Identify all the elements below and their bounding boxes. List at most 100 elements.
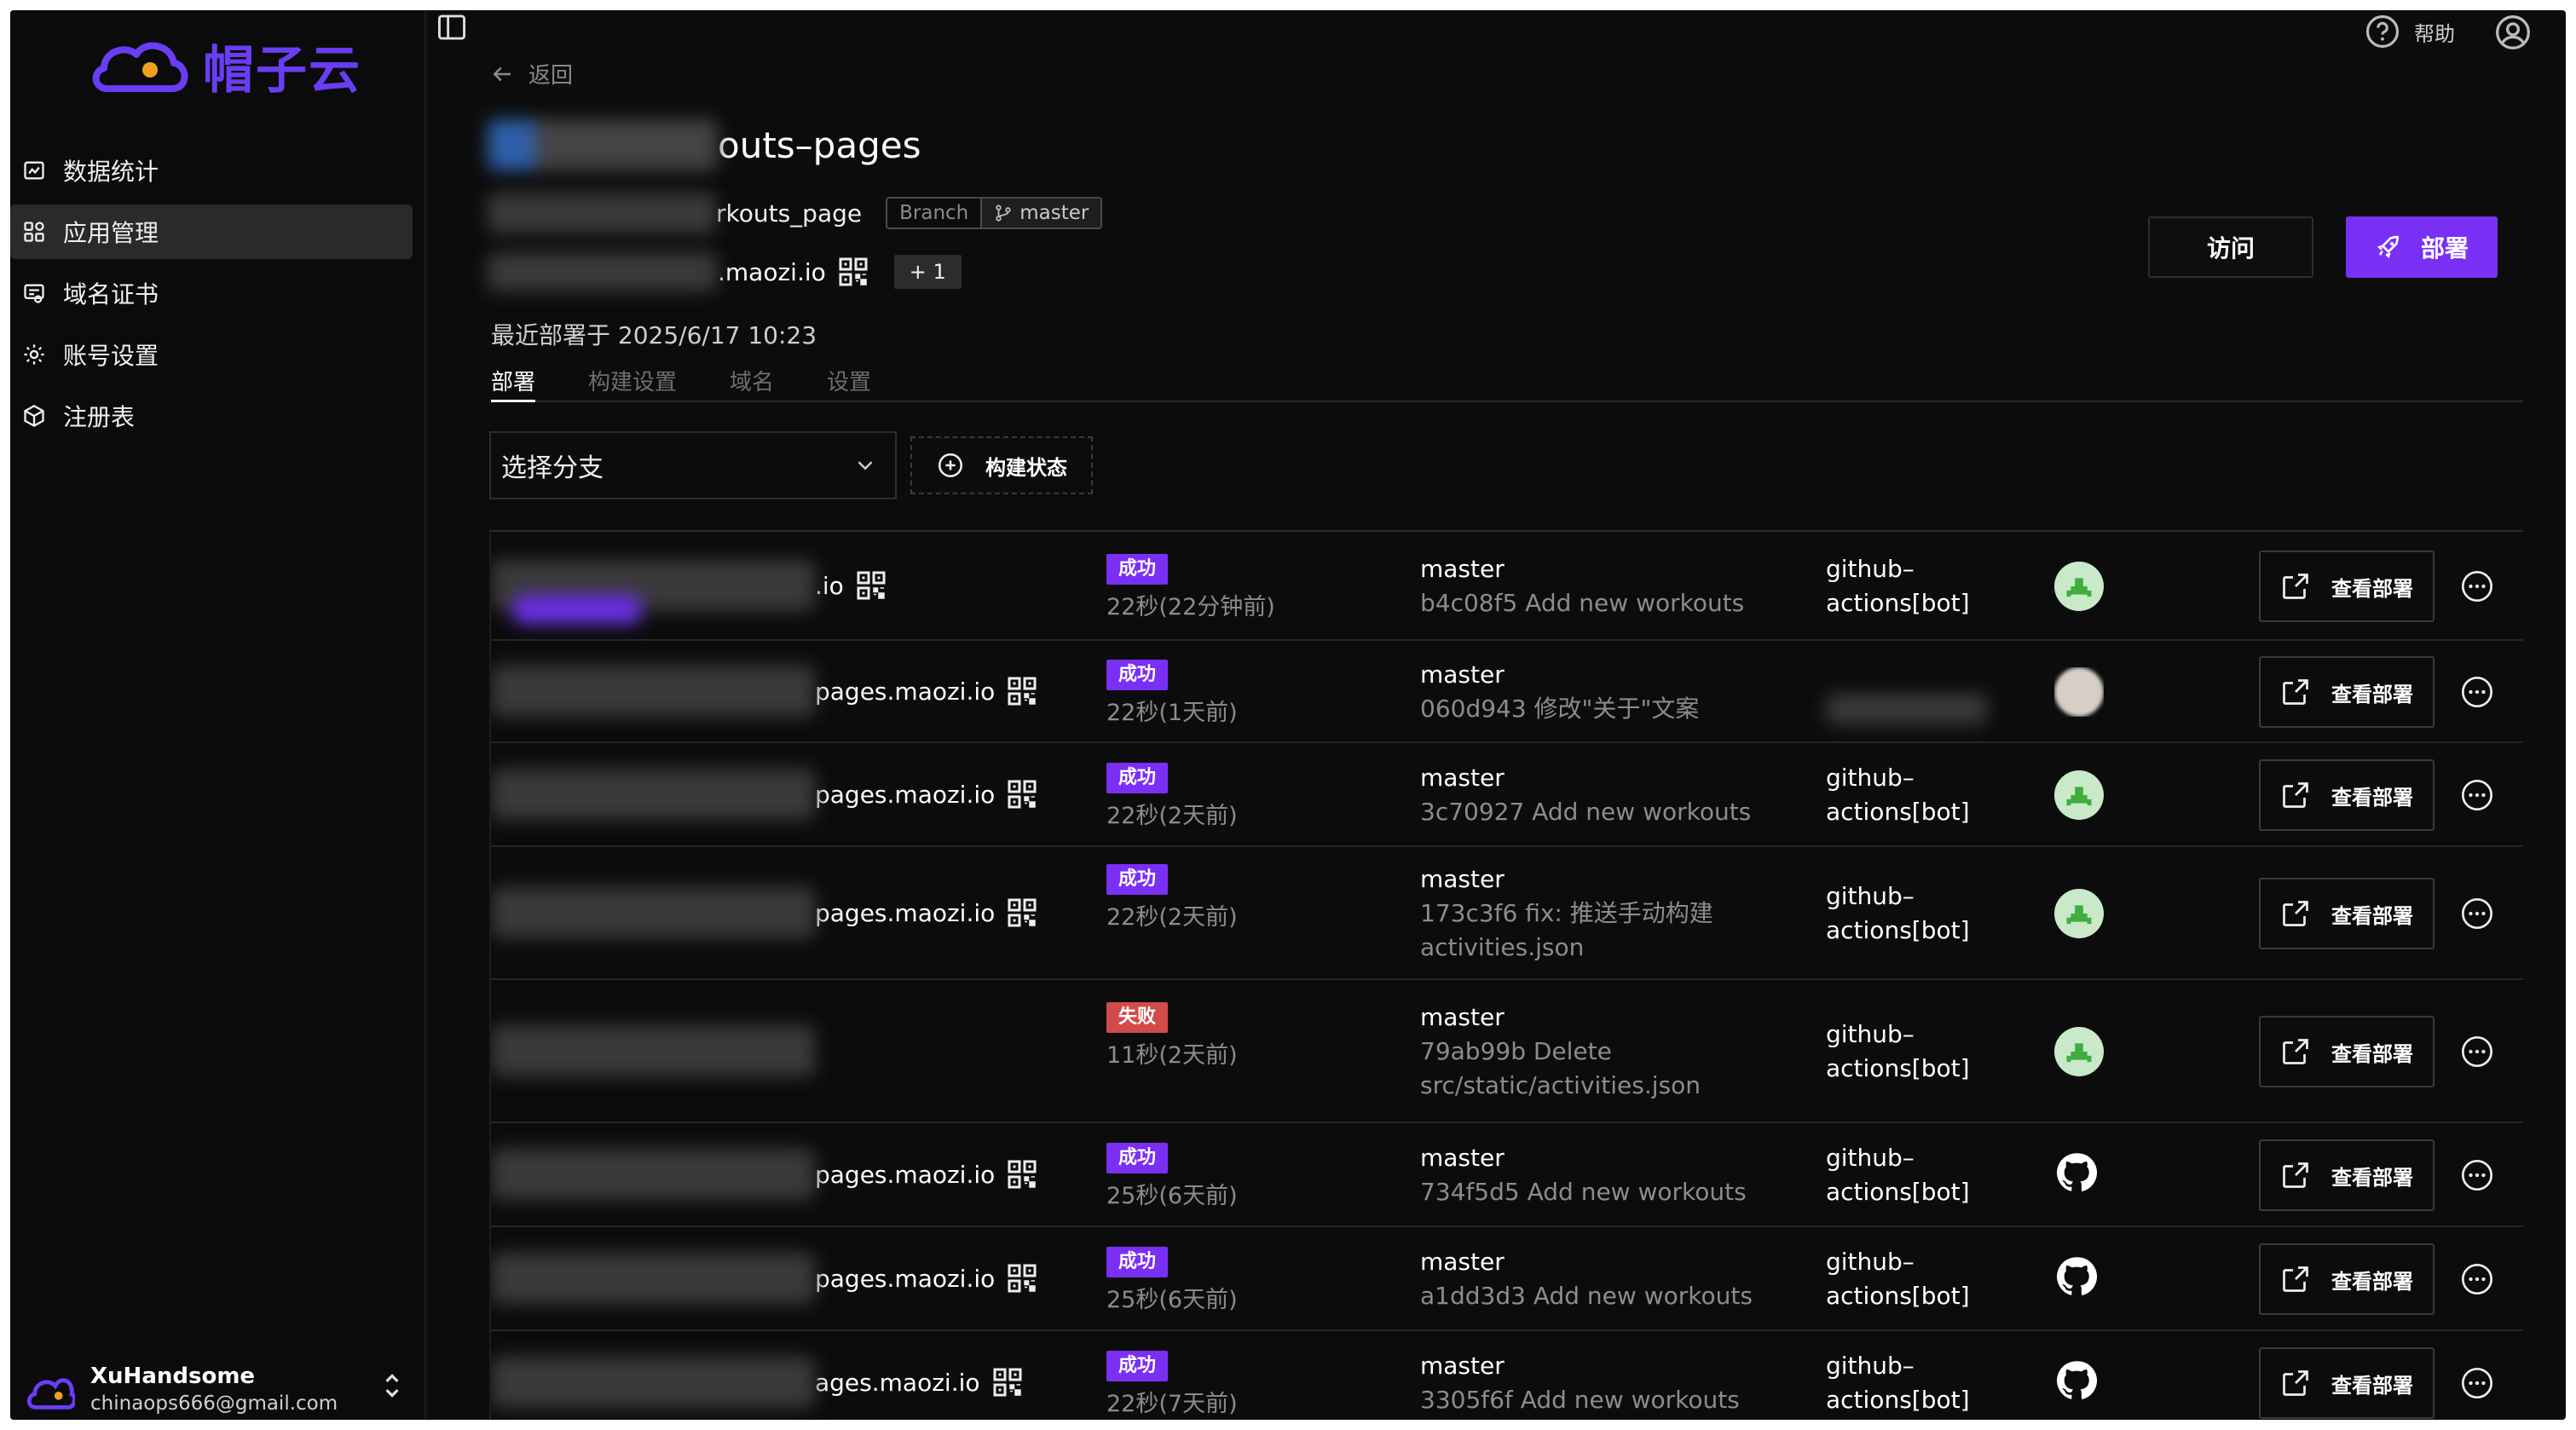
deploy-domain-cell: pages.maozi.io bbox=[491, 743, 1037, 845]
row-more-button[interactable] bbox=[2460, 569, 2494, 603]
table-row[interactable]: pages.maozi.io 成功 22秒(2天前) master 3c7092… bbox=[491, 743, 2523, 847]
tab-deployments[interactable]: 部署 bbox=[491, 361, 536, 402]
qr-code-icon[interactable] bbox=[1007, 1159, 1037, 1190]
commit-author: actions[bot] bbox=[1826, 1178, 1970, 1206]
deploy-status-cell: 成功 22秒(7天前) bbox=[1106, 1351, 1238, 1418]
deploy-domain[interactable]: pages.maozi.io bbox=[815, 1265, 995, 1293]
table-row[interactable]: ages.maozi.io 成功 22秒(7天前) master 3305f6f… bbox=[491, 1331, 2523, 1420]
table-row[interactable]: pages.maozi.io 成功 25秒(6天前) master a1dd3d… bbox=[491, 1227, 2523, 1331]
view-deployment-label: 查看部署 bbox=[2331, 1269, 2413, 1294]
redacted-deploy-domain bbox=[491, 1253, 815, 1304]
commit-cell: master 3c70927 Add new workouts bbox=[1420, 761, 1778, 829]
qr-code-icon[interactable] bbox=[1007, 676, 1037, 706]
table-row[interactable]: pages.maozi.io 成功 22秒(1天前) master 060d94… bbox=[491, 641, 2523, 743]
tab-settings[interactable]: 设置 bbox=[827, 361, 871, 402]
help-label: 帮助 bbox=[2414, 21, 2455, 46]
sidebar-item-apps[interactable]: 应用管理 bbox=[10, 205, 413, 259]
commit-author: github– bbox=[1826, 1144, 1915, 1172]
row-more-button[interactable] bbox=[2460, 1158, 2494, 1192]
view-deployment-button[interactable]: 查看部署 bbox=[2259, 551, 2434, 622]
visit-button[interactable]: 访问 bbox=[2148, 216, 2313, 278]
branch-name: master bbox=[1019, 202, 1089, 224]
redacted-deploy-domain bbox=[491, 1357, 815, 1408]
bot-avatar-icon bbox=[2054, 889, 2104, 938]
deploy-domain-cell: ages.maozi.io bbox=[491, 1331, 1023, 1420]
qr-code-icon[interactable] bbox=[838, 257, 869, 287]
gear-icon bbox=[24, 344, 44, 365]
tab-domains[interactable]: 域名 bbox=[730, 361, 774, 402]
account-circle-icon[interactable] bbox=[2494, 14, 2532, 51]
view-deployment-button[interactable]: 查看部署 bbox=[2259, 1243, 2434, 1315]
deploy-status-cell: 成功 22秒(22分钟前) bbox=[1106, 554, 1275, 621]
sidebar-item-registry[interactable]: 注册表 bbox=[10, 389, 413, 443]
deploy-domain[interactable]: pages.maozi.io bbox=[815, 899, 995, 927]
table-row[interactable]: .io 成功 22秒(22分钟前) master b4c08f5 Add new… bbox=[491, 532, 2523, 641]
qr-code-icon[interactable] bbox=[856, 570, 887, 601]
author-avatar bbox=[2054, 1150, 2104, 1200]
deploy-domain[interactable]: pages.maozi.io bbox=[815, 1161, 995, 1189]
deploy-duration: 25秒(6天前) bbox=[1106, 1287, 1238, 1313]
branch-chip-key: Branch bbox=[887, 199, 983, 228]
primary-domain[interactable]: .maozi.io bbox=[718, 258, 826, 286]
bot-avatar-icon bbox=[2054, 562, 2104, 611]
commit-author: github– bbox=[1826, 1020, 1915, 1048]
row-more-button[interactable] bbox=[2460, 1366, 2494, 1400]
row-more-button[interactable] bbox=[2460, 675, 2494, 709]
back-label: 返回 bbox=[528, 63, 574, 89]
commit-message: src/static/activities.json bbox=[1420, 1071, 1701, 1099]
sidebar-item-account-settings[interactable]: 账号设置 bbox=[10, 327, 413, 382]
qr-code-icon[interactable] bbox=[1007, 1263, 1037, 1294]
sidebar-toggle-icon[interactable] bbox=[436, 14, 467, 41]
extra-domains-badge[interactable]: + 1 bbox=[893, 255, 962, 289]
commit-branch: master bbox=[1420, 1144, 1505, 1172]
commit-author: actions[bot] bbox=[1826, 916, 1970, 944]
deploy-domain[interactable]: .io bbox=[815, 572, 844, 600]
back-link[interactable]: 返回 bbox=[489, 58, 573, 89]
row-more-button[interactable] bbox=[2460, 897, 2494, 931]
row-more-button[interactable] bbox=[2460, 1035, 2494, 1069]
qr-code-icon[interactable] bbox=[992, 1367, 1023, 1398]
sidebar-item-certificates[interactable]: 域名证书 bbox=[10, 266, 413, 320]
tab-build-settings[interactable]: 构建设置 bbox=[588, 361, 677, 402]
help-link[interactable]: 帮助 bbox=[2365, 14, 2455, 49]
sidebar-item-stats[interactable]: 数据统计 bbox=[10, 143, 413, 198]
table-row[interactable]: 失败 11秒(2天前) master 79ab99b Delete src/sta… bbox=[491, 980, 2523, 1123]
external-link-icon bbox=[2283, 1370, 2308, 1396]
repo-name[interactable]: rkouts_page bbox=[716, 199, 862, 228]
row-more-button[interactable] bbox=[2460, 778, 2494, 812]
view-deployment-button[interactable]: 查看部署 bbox=[2259, 1139, 2434, 1211]
commit-message: 060d943 修改"关于"文案 bbox=[1420, 695, 1700, 723]
branch-select[interactable]: 选择分支 bbox=[489, 431, 897, 499]
branch-chip: Branch master bbox=[886, 197, 1103, 229]
redacted-deploy-domain bbox=[491, 1149, 815, 1200]
table-row[interactable]: pages.maozi.io 成功 22秒(2天前) master 173c3f… bbox=[491, 847, 2523, 980]
commit-author: github– bbox=[1826, 882, 1915, 910]
deploy-domain[interactable]: pages.maozi.io bbox=[815, 781, 995, 809]
author-cell: github– actions[bot] bbox=[1826, 761, 1996, 829]
deploy-domain[interactable]: pages.maozi.io bbox=[815, 678, 995, 706]
commit-cell: master 734f5d5 Add new workouts bbox=[1420, 1141, 1778, 1209]
commit-author: actions[bot] bbox=[1826, 1282, 1970, 1310]
build-status-filter[interactable]: 构建状态 bbox=[910, 436, 1093, 494]
brand-logo[interactable]: 帽子云 bbox=[89, 29, 361, 103]
view-deployment-button[interactable]: 查看部署 bbox=[2259, 1016, 2434, 1087]
deploy-duration: 22秒(1天前) bbox=[1106, 700, 1238, 726]
deploy-domain[interactable]: ages.maozi.io bbox=[815, 1369, 980, 1397]
table-row[interactable]: pages.maozi.io 成功 25秒(6天前) master 734f5d… bbox=[491, 1123, 2523, 1227]
qr-code-icon[interactable] bbox=[1007, 779, 1037, 810]
commit-message: activities.json bbox=[1420, 933, 1585, 961]
view-deployment-label: 查看部署 bbox=[2331, 1041, 2413, 1066]
view-deployment-button[interactable]: 查看部署 bbox=[2259, 878, 2434, 949]
qr-code-icon[interactable] bbox=[1007, 897, 1037, 928]
view-deployment-button[interactable]: 查看部署 bbox=[2259, 656, 2434, 728]
user-profile[interactable]: XuHandsome chinaops666@gmail.com bbox=[26, 1358, 418, 1420]
apps-icon bbox=[24, 222, 44, 242]
view-deployment-button[interactable]: 查看部署 bbox=[2259, 1347, 2434, 1419]
chevron-up-down-icon[interactable] bbox=[380, 1370, 404, 1401]
deploy-button[interactable]: 部署 bbox=[2346, 216, 2498, 278]
view-deployment-button[interactable]: 查看部署 bbox=[2259, 759, 2434, 831]
commit-branch: master bbox=[1420, 764, 1505, 792]
row-more-button[interactable] bbox=[2460, 1262, 2494, 1296]
commit-author: actions[bot] bbox=[1826, 1054, 1970, 1082]
redacted-domain bbox=[488, 252, 718, 291]
